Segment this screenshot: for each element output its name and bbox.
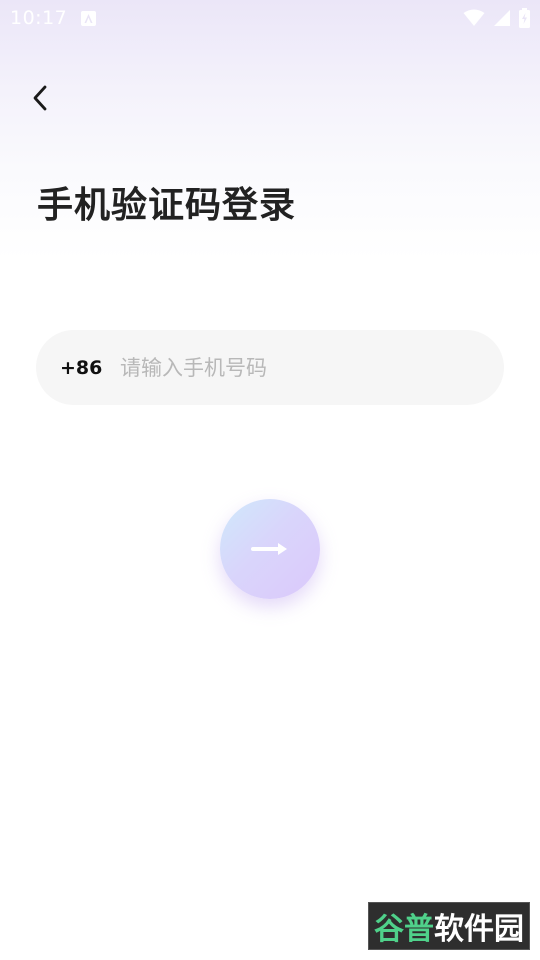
notification-a-icon [81, 10, 97, 26]
chevron-left-icon [33, 85, 47, 111]
watermark-green-text: 谷普 [374, 912, 434, 947]
battery-charging-icon [519, 8, 530, 28]
status-bar: 10:17 [0, 0, 540, 36]
phone-number-input[interactable] [120, 330, 504, 405]
country-code[interactable]: +86 [60, 357, 120, 379]
login-screen: 10:17 手机验证码登录 +86 谷普 软件园 [0, 0, 540, 960]
phone-input-row: +86 [36, 330, 504, 405]
next-button[interactable] [220, 499, 320, 599]
status-icons [463, 8, 530, 28]
signal-icon [494, 10, 510, 26]
back-button[interactable] [22, 80, 58, 116]
watermark-logo: 谷普 软件园 [368, 902, 530, 950]
page-title: 手机验证码登录 [37, 185, 297, 226]
wifi-icon [463, 9, 485, 26]
arrow-right-icon [251, 543, 287, 555]
watermark-white-text: 软件园 [434, 912, 524, 947]
status-time: 10:17 [10, 7, 68, 29]
